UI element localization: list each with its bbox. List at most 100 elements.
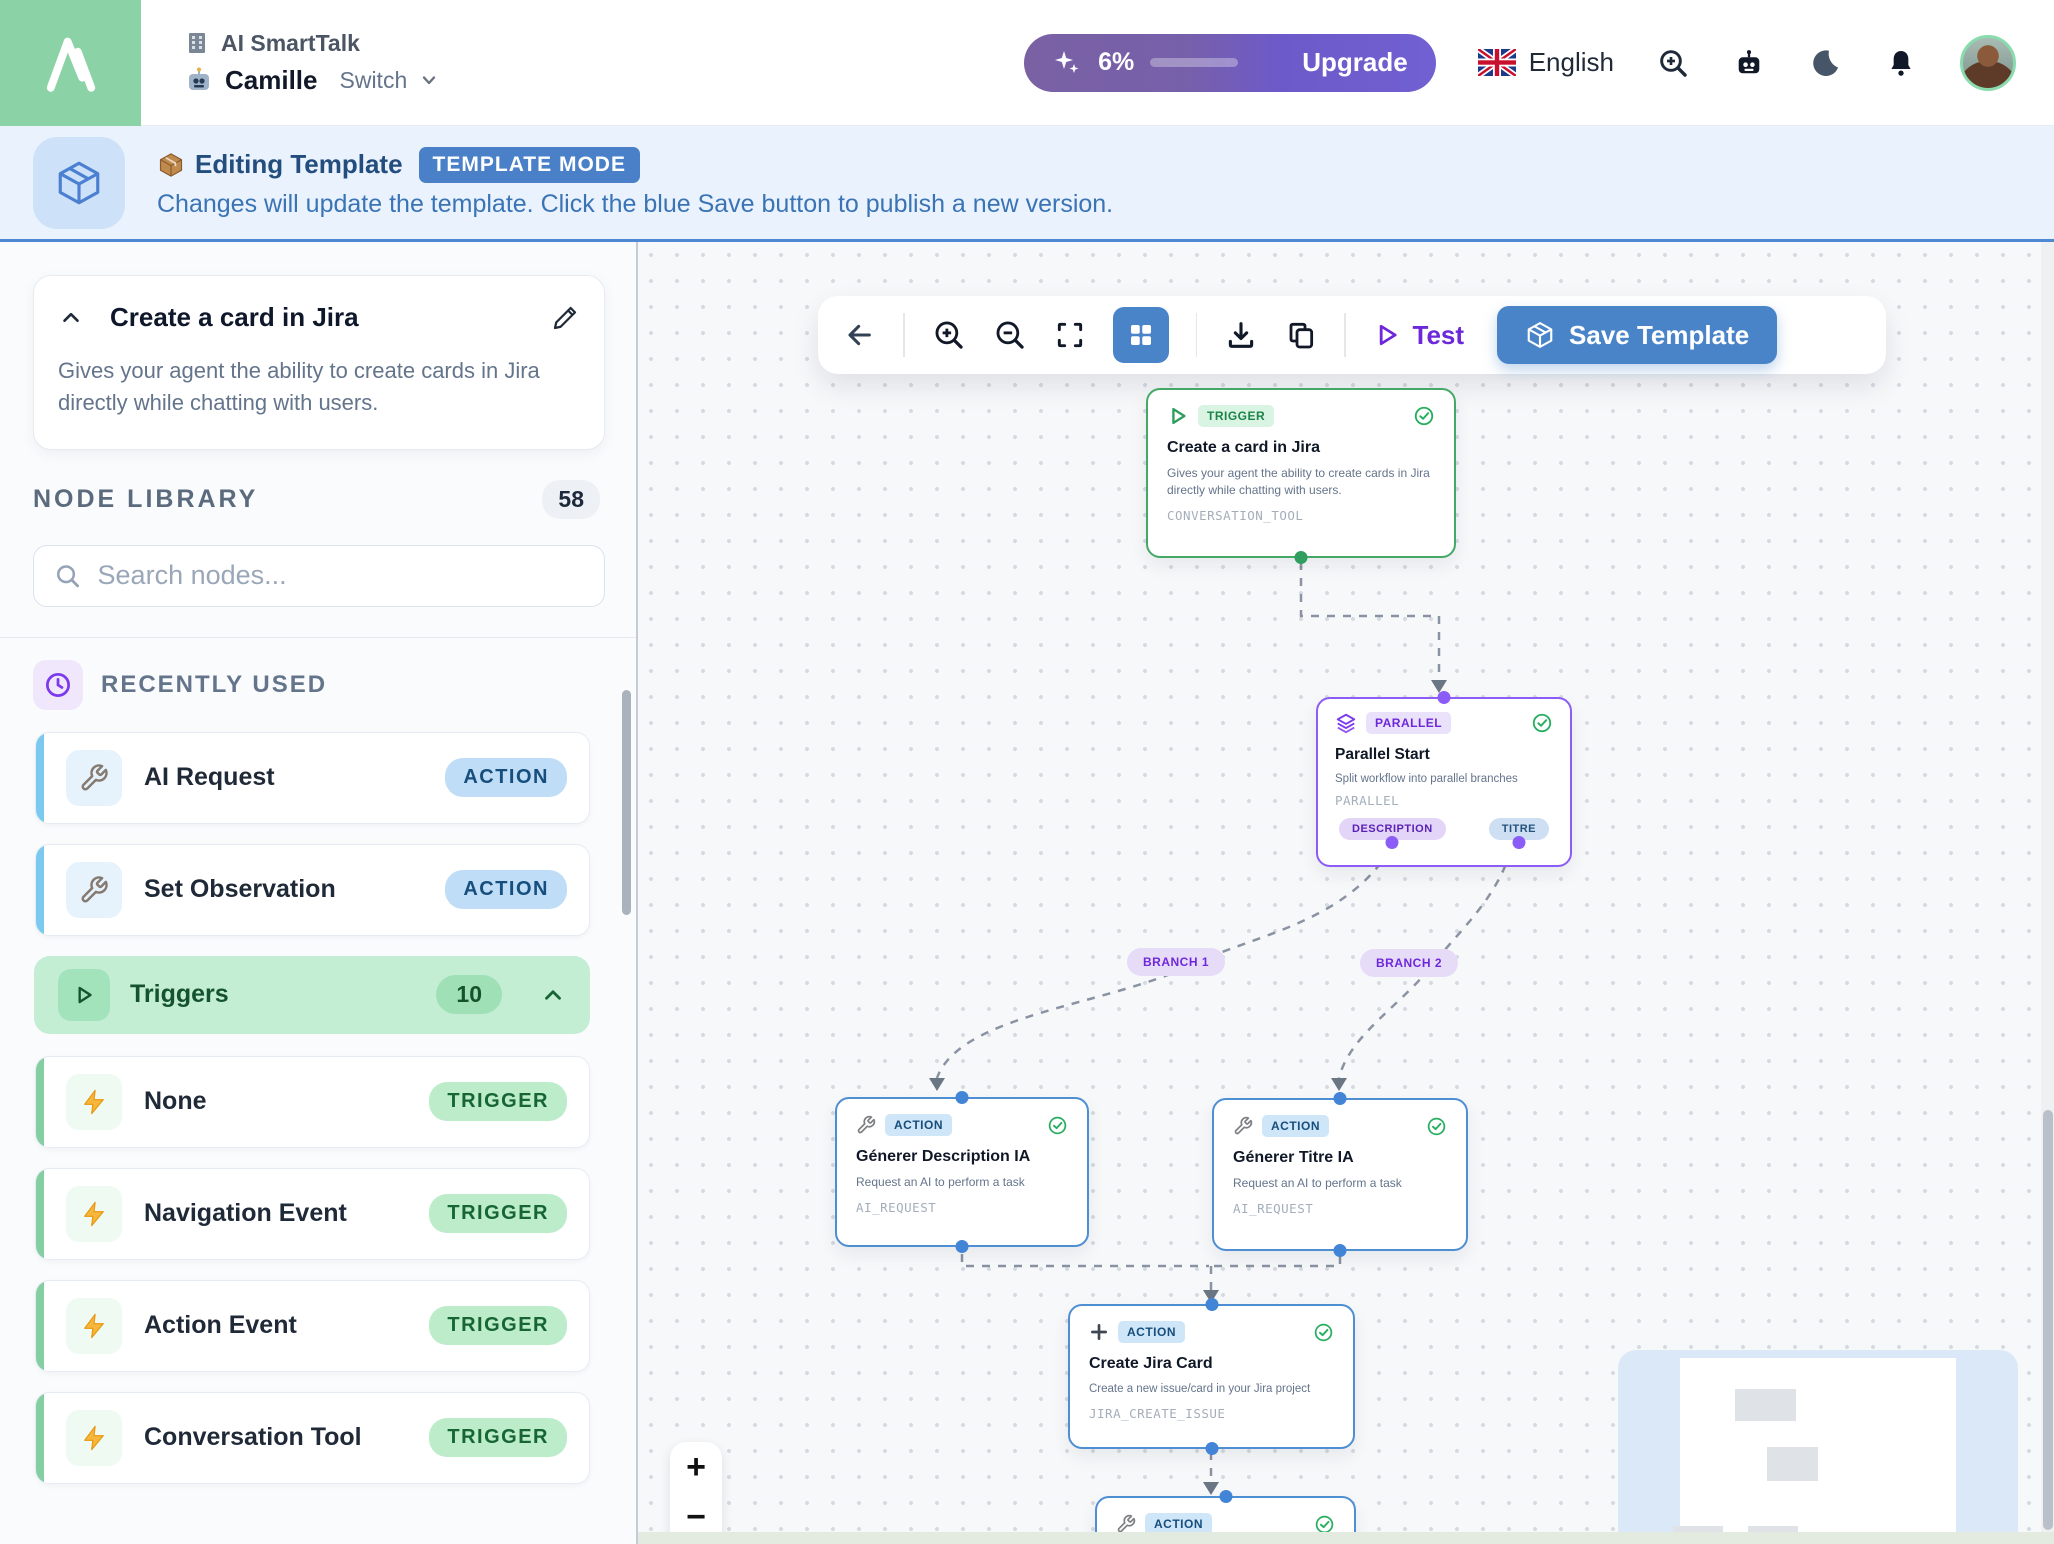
cube-icon	[1525, 320, 1555, 350]
node-code: CONVERSATION_TOOL	[1167, 508, 1435, 523]
node-input-handle[interactable]	[1205, 1298, 1218, 1311]
node-type-badge: TRIGGER	[429, 1194, 567, 1233]
parallel-output-description[interactable]: DESCRIPTION	[1339, 818, 1446, 840]
tool-summary-card: Create a card in Jira Gives your agent t…	[33, 275, 605, 450]
grid-layout-button[interactable]	[1113, 307, 1169, 363]
play-icon	[58, 969, 110, 1021]
check-circle-icon	[1047, 1115, 1068, 1136]
node-badge: ACTION	[885, 1114, 952, 1136]
node-output-handle[interactable]	[1386, 836, 1399, 849]
workflow-canvas[interactable]: Test Save Template TRIGGER Create a card…	[638, 242, 2054, 1544]
node-description: Split workflow into parallel branches	[1335, 771, 1553, 787]
workflow-node-create-jira-card[interactable]: ACTION Create Jira Card Create a new iss…	[1068, 1304, 1355, 1449]
node-code: PARALLEL	[1335, 793, 1553, 808]
sidebar-scrollbar[interactable]	[622, 690, 631, 915]
node-output-handle[interactable]	[1295, 551, 1308, 564]
workflow-node-parallel-start[interactable]: PARALLEL Parallel Start Split workflow i…	[1316, 697, 1572, 867]
assistant-bot-button[interactable]	[1732, 46, 1766, 80]
workflow-node-trigger[interactable]: TRIGGER Create a card in Jira Gives your…	[1146, 388, 1456, 558]
triggers-group-title: Triggers	[130, 980, 229, 1009]
node-item-set-observation[interactable]: Set Observation ACTION	[35, 844, 590, 936]
node-input-handle[interactable]	[1438, 691, 1451, 704]
node-library-count: 58	[542, 480, 600, 519]
uk-flag-icon	[1478, 49, 1516, 76]
node-type-badge: TRIGGER	[429, 1306, 567, 1345]
node-output-handle[interactable]	[1512, 836, 1525, 849]
node-input-handle[interactable]	[956, 1091, 969, 1104]
node-type-badge: ACTION	[445, 870, 567, 909]
node-input-handle[interactable]	[1219, 1490, 1232, 1503]
tool-title: Create a card in Jira	[110, 302, 359, 333]
check-circle-icon	[1413, 405, 1435, 427]
user-avatar[interactable]	[1960, 35, 2016, 91]
node-code: AI_REQUEST	[856, 1200, 1068, 1215]
upgrade-button[interactable]: 6% Upgrade	[1024, 34, 1436, 92]
node-item-label: Set Observation	[144, 875, 336, 904]
node-item-navigation-event[interactable]: Navigation Event TRIGGER	[35, 1168, 590, 1260]
node-code: AI_REQUEST	[1233, 1201, 1447, 1216]
upgrade-progress-bar	[1150, 58, 1238, 67]
node-item-ai-request[interactable]: AI Request ACTION	[35, 732, 590, 824]
node-badge: ACTION	[1262, 1115, 1329, 1137]
toolbar-divider	[1344, 313, 1346, 357]
node-item-conversation-tool[interactable]: Conversation Tool TRIGGER	[35, 1392, 590, 1484]
recently-used-title: RECENTLY USED	[101, 671, 327, 699]
node-title: Create a card in Jira	[1167, 439, 1435, 457]
zoom-in-control[interactable]: +	[670, 1442, 722, 1492]
branch-label-1: BRANCH 1	[1127, 948, 1225, 976]
triggers-group-header[interactable]: Triggers 10	[34, 956, 590, 1034]
node-input-handle[interactable]	[1334, 1092, 1347, 1105]
edit-pencil-icon[interactable]	[550, 303, 580, 333]
node-item-none[interactable]: None TRIGGER	[35, 1056, 590, 1148]
save-template-button[interactable]: Save Template	[1497, 306, 1777, 364]
search-zoom-button[interactable]	[1656, 46, 1690, 80]
download-button[interactable]	[1224, 318, 1258, 352]
upgrade-label: Upgrade	[1302, 47, 1407, 78]
test-button[interactable]: Test	[1373, 320, 1465, 351]
chevron-down-icon[interactable]	[419, 70, 439, 90]
language-selector[interactable]: English	[1478, 47, 1614, 78]
clock-icon	[43, 670, 73, 700]
workflow-node-generer-description[interactable]: ACTION Génerer Description IA Request an…	[835, 1097, 1089, 1247]
robot-icon	[1733, 47, 1765, 79]
scrollbar-thumb[interactable]	[2043, 1110, 2053, 1530]
fit-view-button[interactable]	[1054, 319, 1086, 351]
node-item-action-event[interactable]: Action Event TRIGGER	[35, 1280, 590, 1372]
node-badge: PARALLEL	[1366, 712, 1451, 734]
wrench-icon	[1233, 1116, 1253, 1136]
node-output-handle[interactable]	[956, 1240, 969, 1253]
node-search-box[interactable]	[33, 545, 605, 607]
minimap[interactable]	[1618, 1350, 2018, 1544]
search-input[interactable]	[98, 560, 584, 591]
dark-mode-toggle[interactable]	[1808, 46, 1842, 80]
switch-agent-button[interactable]: Switch	[340, 67, 408, 94]
node-description: Create a new issue/card in your Jira pro…	[1089, 1381, 1334, 1397]
app-logo[interactable]	[0, 0, 141, 126]
banner-message: Changes will update the template. Click …	[157, 190, 1113, 219]
chevron-up-icon	[540, 982, 566, 1008]
zoom-out-button[interactable]	[993, 318, 1027, 352]
plus-icon	[1089, 1322, 1109, 1342]
zoom-search-icon	[1657, 47, 1689, 79]
template-icon-box	[33, 137, 125, 229]
workflow-node-generer-titre[interactable]: ACTION Génerer Titre IA Request an AI to…	[1212, 1098, 1468, 1251]
node-description: Request an AI to perform a task	[1233, 1175, 1447, 1192]
back-button[interactable]	[844, 319, 876, 351]
node-output-handle[interactable]	[1334, 1244, 1347, 1257]
node-title: Génerer Description IA	[856, 1148, 1068, 1166]
vertical-scrollbar[interactable]	[2041, 242, 2054, 1544]
parallel-output-titre[interactable]: TITRE	[1489, 818, 1549, 840]
zoom-in-button[interactable]	[932, 318, 966, 352]
triggers-count: 10	[436, 975, 502, 1014]
duplicate-button[interactable]	[1285, 319, 1317, 351]
lightning-icon	[66, 1298, 122, 1354]
notifications-button[interactable]	[1884, 46, 1918, 80]
wrench-icon	[1116, 1514, 1136, 1534]
node-title: Parallel Start	[1335, 746, 1553, 764]
node-output-handle[interactable]	[1205, 1442, 1218, 1455]
lightning-icon	[66, 1074, 122, 1130]
node-code: JIRA_CREATE_ISSUE	[1089, 1406, 1334, 1421]
collapse-chevron-up-icon[interactable]	[58, 305, 84, 331]
lightning-icon	[66, 1186, 122, 1242]
canvas-toolbar: Test Save Template	[818, 296, 1886, 374]
